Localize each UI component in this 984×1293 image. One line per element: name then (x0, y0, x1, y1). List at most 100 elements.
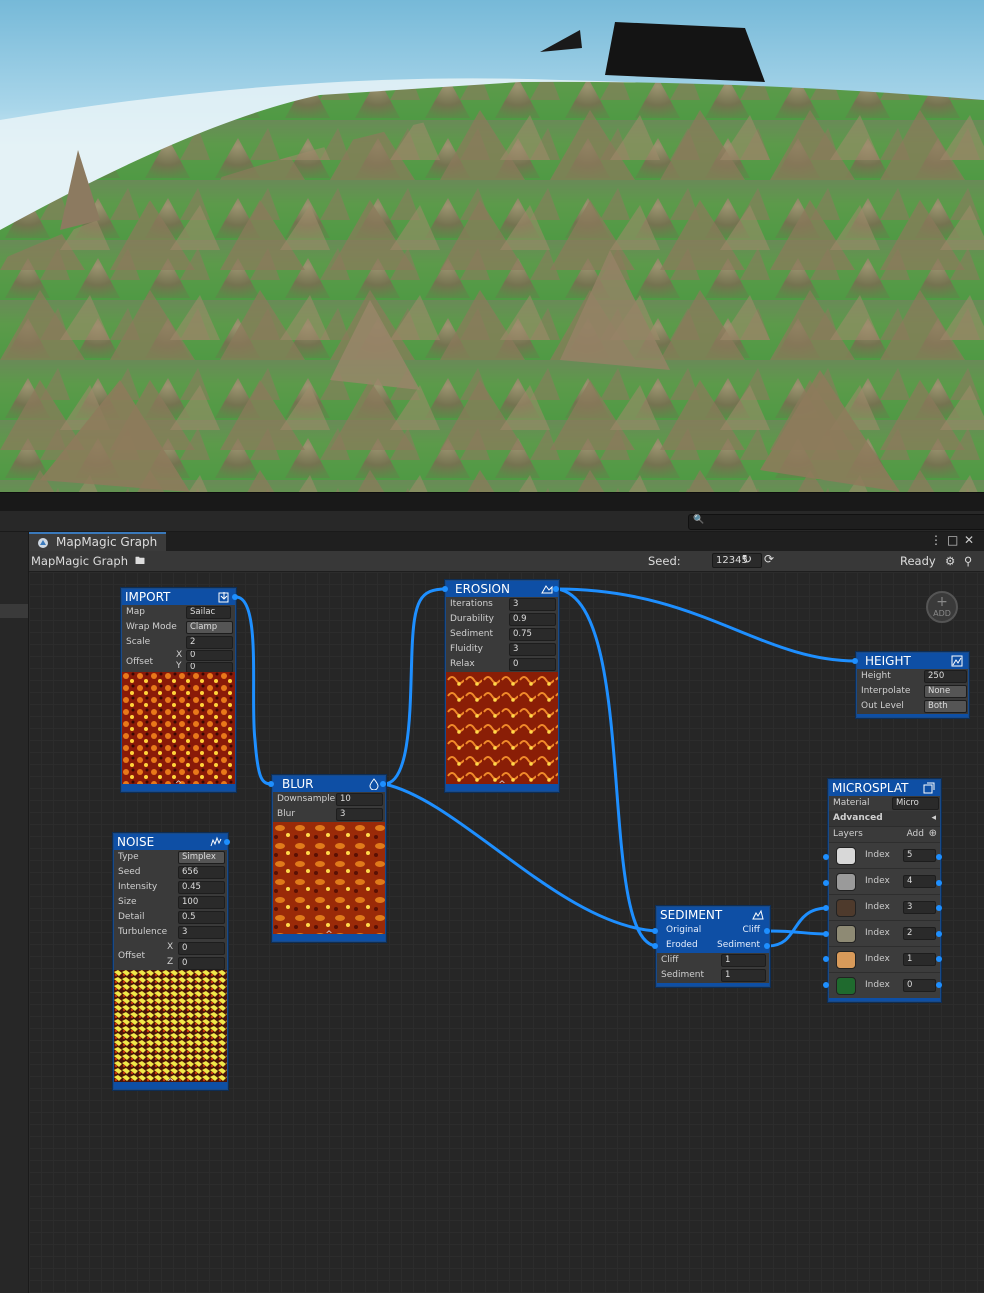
more-options-icon[interactable]: ⋮ (930, 533, 942, 547)
layer-input-port[interactable] (823, 982, 829, 988)
collapse-toggle[interactable]: ^ (446, 780, 558, 791)
tab-mapmagic-graph[interactable]: MapMagic Graph (29, 532, 166, 551)
layer-row[interactable]: Index 4 (829, 868, 940, 894)
iterations-field[interactable]: 3 (509, 598, 556, 611)
node-preview[interactable] (114, 970, 227, 1082)
offset-x-field[interactable]: 0 (178, 942, 225, 955)
sediment-sediment-out-port[interactable] (764, 943, 770, 949)
out-level-dropdown[interactable]: Both (924, 700, 967, 713)
height-field[interactable]: 250 (924, 670, 967, 683)
layer-row[interactable]: Index 1 (829, 946, 940, 972)
layer-index-field[interactable]: 2 (903, 927, 936, 940)
node-height[interactable]: HEIGHT Height 250 Interpolate None Out Lev… (856, 652, 969, 718)
layer-swatch[interactable] (836, 977, 856, 995)
add-layer-button[interactable]: Add (907, 829, 924, 839)
sediment-field[interactable]: 1 (721, 969, 766, 982)
layer-swatch[interactable] (836, 899, 856, 917)
cliff-field[interactable]: 1 (721, 954, 766, 967)
layer-output-port[interactable] (936, 982, 942, 988)
advanced-foldout[interactable]: Advanced (833, 813, 883, 823)
durability-field[interactable]: 0.9 (509, 613, 556, 626)
layer-index-field[interactable]: 4 (903, 875, 936, 888)
refresh-all-icon[interactable]: ↻ (742, 552, 752, 566)
seed-input[interactable]: 12345 (712, 553, 762, 568)
layer-index-field[interactable]: 0 (903, 979, 936, 992)
layer-row[interactable]: Index 5 (829, 842, 940, 868)
layer-index-field[interactable]: 5 (903, 849, 936, 862)
offset-x-field[interactable]: 0 (186, 650, 233, 661)
layer-input-port[interactable] (823, 931, 829, 937)
gear-icon[interactable]: ⚙ (945, 554, 955, 568)
node-import[interactable]: IMPORT Map Sailac Wrap Mode Clamp Scale 2 O… (121, 588, 236, 792)
layer-row[interactable]: Index 0 (829, 972, 940, 998)
node-sediment-header[interactable]: SEDIMENT (657, 907, 769, 923)
wrap-mode-dropdown[interactable]: Clamp (186, 621, 233, 634)
node-blur[interactable]: BLUR Downsample 10 Blur 3 ^ (272, 775, 386, 942)
seed-field[interactable]: 656 (178, 866, 225, 879)
downsample-field[interactable]: 10 (336, 793, 383, 806)
node-erosion-header[interactable]: EROSION (446, 581, 558, 597)
sediment-eroded-port[interactable] (652, 943, 658, 949)
turbulence-field[interactable]: 3 (178, 926, 225, 939)
foldout-arrow-icon[interactable]: ◂ (931, 813, 936, 823)
blur-input-port[interactable] (268, 781, 274, 787)
node-preview[interactable] (273, 822, 385, 934)
node-blur-header[interactable]: BLUR (273, 776, 385, 792)
layer-output-port[interactable] (936, 905, 942, 911)
refresh-icon[interactable]: ⟳ (764, 552, 774, 566)
layer-row[interactable]: Index 2 (829, 920, 940, 946)
node-microsplat[interactable]: MICROSPLAT Material Micro Advanced ◂ Layer… (828, 779, 941, 1002)
add-node-button[interactable]: + ADD (926, 591, 958, 623)
node-microsplat-header[interactable]: MICROSPLAT (829, 780, 940, 796)
interpolate-dropdown[interactable]: None (924, 685, 967, 698)
node-noise-header[interactable]: NOISE (114, 834, 227, 850)
scale-field[interactable]: 2 (186, 636, 233, 649)
layer-swatch[interactable] (836, 873, 856, 891)
left-panel-selection[interactable] (0, 604, 28, 618)
add-circle-icon[interactable]: ⊕ (929, 828, 937, 839)
layer-swatch[interactable] (836, 847, 856, 865)
relax-field[interactable]: 0 (509, 658, 556, 671)
panel-separator[interactable] (0, 492, 984, 511)
layer-output-port[interactable] (936, 956, 942, 962)
folder-icon[interactable]: 🖿 (135, 554, 145, 571)
node-preview[interactable] (446, 672, 558, 784)
layer-output-port[interactable] (936, 854, 942, 860)
node-import-header[interactable]: IMPORT (122, 589, 235, 605)
blur-output-port[interactable] (380, 781, 386, 787)
intensity-field[interactable]: 0.45 (178, 881, 225, 894)
layer-swatch[interactable] (836, 951, 856, 969)
offset-z-field[interactable]: 0 (178, 957, 225, 970)
layer-input-port[interactable] (823, 854, 829, 860)
type-dropdown[interactable]: Simplex (178, 851, 225, 864)
sediment-original-port[interactable] (652, 928, 658, 934)
node-height-header[interactable]: HEIGHT (857, 653, 968, 669)
sediment-cliff-out-port[interactable] (764, 928, 770, 934)
noise-output-port[interactable] (224, 839, 230, 845)
node-noise[interactable]: NOISE Type Simplex Seed 656 Intensity 0.45 … (113, 833, 228, 1090)
sediment-field[interactable]: 0.75 (509, 628, 556, 641)
erosion-output-port[interactable] (553, 586, 559, 592)
blur-field[interactable]: 3 (336, 808, 383, 821)
layer-input-port[interactable] (823, 880, 829, 886)
size-field[interactable]: 100 (178, 896, 225, 909)
fluidity-field[interactable]: 3 (509, 643, 556, 656)
collapse-toggle[interactable]: ^ (122, 780, 235, 791)
node-erosion[interactable]: EROSION Iterations 3 Durability 0.9 Sedime… (445, 580, 559, 792)
layer-input-port[interactable] (823, 905, 829, 911)
scene-viewport[interactable] (0, 0, 984, 492)
layer-row[interactable]: Index 3 (829, 894, 940, 920)
collapse-toggle[interactable]: ^ (114, 1078, 227, 1089)
erosion-input-port[interactable] (442, 586, 448, 592)
close-icon[interactable]: ✕ (964, 533, 974, 547)
maximize-icon[interactable]: □ (947, 533, 958, 547)
node-preview[interactable] (122, 672, 235, 784)
layer-output-port[interactable] (936, 931, 942, 937)
search-input[interactable]: 🔍 (688, 514, 984, 530)
node-sediment[interactable]: SEDIMENT Original Cliff Eroded Sediment Cl… (656, 906, 770, 987)
breadcrumb[interactable]: MapMagic Graph (31, 554, 128, 568)
import-output-port[interactable] (232, 594, 238, 600)
map-field[interactable]: Sailac (186, 606, 231, 619)
detail-field[interactable]: 0.5 (178, 911, 225, 924)
layer-swatch[interactable] (836, 925, 856, 943)
